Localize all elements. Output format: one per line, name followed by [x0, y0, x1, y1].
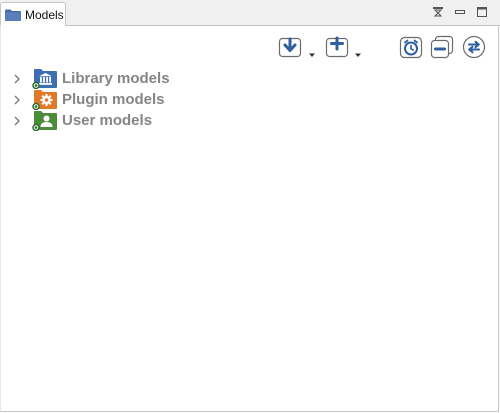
tree-item-label: Library models — [62, 70, 170, 87]
tree-item-user-models[interactable]: User models — [8, 110, 488, 132]
collapse-all-button[interactable] — [430, 35, 454, 63]
add-dropdown-icon[interactable] — [354, 44, 362, 57]
model-tree: Library models Plugin models User models — [8, 68, 488, 132]
tree-item-plugin-models[interactable]: Plugin models — [8, 89, 488, 111]
chevron-right-icon[interactable] — [12, 95, 22, 105]
sync-arrows-icon — [462, 35, 486, 63]
folder-icon — [5, 9, 21, 21]
history-button[interactable] — [399, 35, 423, 63]
restore-icon[interactable] — [431, 5, 445, 19]
tab-strip: Models — [0, 0, 500, 26]
chevron-right-icon[interactable] — [12, 116, 22, 126]
clock-icon — [399, 35, 423, 63]
tab-label: Models — [25, 7, 64, 22]
plugin-folder-icon — [32, 89, 58, 111]
tab-models[interactable]: Models — [0, 2, 66, 26]
link-editor-button[interactable] — [462, 35, 486, 63]
plus-icon — [325, 35, 349, 63]
tree-item-label: User models — [62, 112, 153, 129]
library-folder-icon — [32, 68, 58, 90]
tree-item-library-models[interactable]: Library models — [8, 68, 488, 90]
chevron-right-icon[interactable] — [12, 74, 22, 84]
import-button[interactable] — [278, 37, 302, 61]
user-folder-icon — [32, 110, 58, 132]
download-arrow-icon — [278, 35, 302, 63]
import-dropdown-icon[interactable] — [308, 44, 316, 57]
minus-icon — [430, 35, 454, 63]
minimize-icon[interactable] — [453, 5, 467, 19]
tree-item-label: Plugin models — [62, 91, 165, 108]
add-model-button[interactable] — [325, 35, 349, 63]
maximize-icon[interactable] — [475, 5, 489, 19]
models-view: Models Library models Plugin models User… — [0, 0, 500, 413]
